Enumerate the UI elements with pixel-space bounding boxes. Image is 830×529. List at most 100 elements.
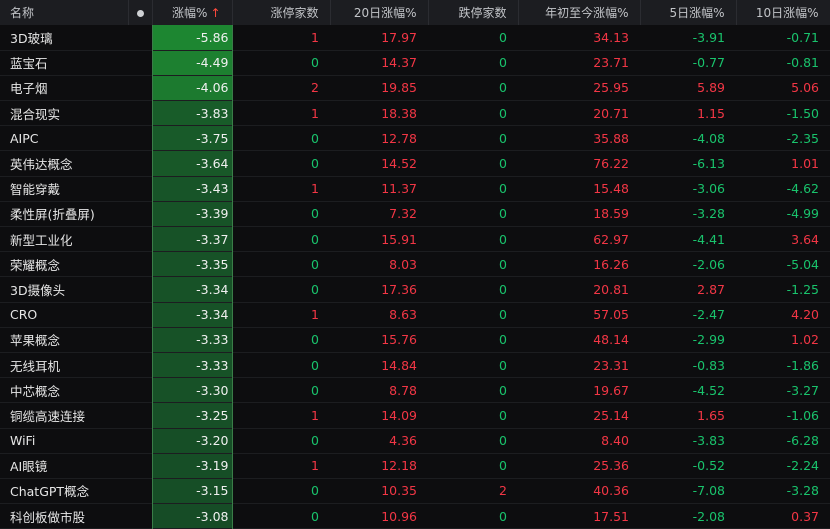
chg20-value: 7.32	[389, 206, 417, 222]
sector-name: AIPC	[10, 130, 39, 146]
table-row[interactable]: 英伟达概念 -3.64 0 14.52 0 76.22 -6.13 1.01	[0, 150, 830, 177]
change-value: -3.33	[151, 352, 233, 378]
limit-up-count: 0	[311, 357, 319, 373]
marker-cell	[128, 176, 152, 201]
sector-name: 新型工业化	[10, 232, 73, 248]
sector-name: 英伟达概念	[10, 157, 73, 173]
chg5-value: -3.83	[692, 433, 725, 449]
table-row[interactable]: AIPC -3.75 0 12.78 0 35.88 -4.08 -2.35	[0, 125, 830, 151]
chg20-value: 14.52	[381, 156, 417, 172]
ytd-value: 34.13	[593, 29, 629, 45]
limit-down-count: 0	[499, 433, 507, 449]
limit-down-count: 0	[499, 231, 507, 247]
chg10-value: -0.71	[786, 29, 819, 45]
chg20-value: 12.18	[381, 458, 417, 474]
chg5-value: -7.08	[692, 483, 725, 499]
chg20-value: 11.37	[381, 181, 417, 197]
chg5-value: -4.41	[692, 231, 725, 247]
column-header-limit-up[interactable]: 涨停家数	[232, 0, 331, 25]
limit-up-count: 0	[311, 508, 319, 524]
ytd-value: 20.81	[593, 281, 629, 297]
ytd-value: 25.95	[593, 80, 629, 96]
limit-up-count: 0	[311, 130, 319, 146]
change-value: -4.49	[151, 50, 233, 76]
column-header-chg5[interactable]: 5日涨幅%	[640, 0, 737, 25]
ytd-value: 8.40	[601, 433, 629, 449]
sector-name: 无线耳机	[10, 358, 61, 374]
ytd-value: 19.67	[593, 382, 629, 398]
limit-down-count: 0	[499, 256, 507, 272]
change-value: -3.35	[151, 251, 233, 277]
table-row[interactable]: 柔性屏(折叠屏) -3.39 0 7.32 0 18.59 -3.28 -4.99	[0, 201, 830, 227]
chg20-value: 4.36	[389, 433, 417, 449]
table-row[interactable]: 3D玻璃 -5.86 1 17.97 0 34.13 -3.91 -0.71	[0, 25, 830, 51]
limit-down-count: 0	[499, 407, 507, 423]
chg5-value: 2.87	[697, 281, 725, 297]
marker-cell	[128, 252, 152, 277]
table-row[interactable]: 无线耳机 -3.33 0 14.84 0 23.31 -0.83 -1.86	[0, 352, 830, 378]
chg10-value: -3.27	[786, 382, 819, 398]
table-row[interactable]: 蓝宝石 -4.49 0 14.37 0 23.71 -0.77 -0.81	[0, 50, 830, 76]
sector-name: 科创板做市股	[10, 509, 86, 525]
sector-name: ChatGPT概念	[10, 484, 90, 500]
marker-cell	[128, 75, 152, 100]
ytd-value: 16.26	[593, 256, 629, 272]
table-row[interactable]: 荣耀概念 -3.35 0 8.03 0 16.26 -2.06 -5.04	[0, 251, 830, 277]
chg20-value: 10.35	[381, 483, 417, 499]
marker-cell	[128, 50, 152, 75]
table-row[interactable]: AI眼镜 -3.19 1 12.18 0 25.36 -0.52 -2.24	[0, 453, 830, 479]
change-value: -3.37	[151, 226, 233, 252]
table-row[interactable]: 中芯概念 -3.30 0 8.78 0 19.67 -4.52 -3.27	[0, 377, 830, 403]
table-body: 3D玻璃 -5.86 1 17.97 0 34.13 -3.91 -0.71 蓝宝石 -4.49 0…	[0, 25, 830, 529]
table-row[interactable]: 苹果概念 -3.33 0 15.76 0 48.14 -2.99 1.02	[0, 327, 830, 353]
chg5-value: -2.08	[692, 508, 725, 524]
chg10-value: -1.06	[786, 407, 819, 423]
sector-name: 铜缆高速连接	[10, 408, 86, 424]
table-row[interactable]: 混合现实 -3.83 1 18.38 0 20.71 1.15 -1.50	[0, 100, 830, 126]
table-row[interactable]: 新型工业化 -3.37 0 15.91 0 62.97 -4.41 3.64	[0, 226, 830, 252]
chg20-value: 14.37	[381, 55, 417, 71]
column-header-chg20[interactable]: 20日涨幅%	[330, 0, 429, 25]
column-header-ytd[interactable]: 年初至今涨幅%	[518, 0, 641, 25]
limit-down-count: 0	[499, 508, 507, 524]
table-row[interactable]: 科创板做市股 -3.08 0 10.96 0 17.51 -2.08 0.37	[0, 503, 830, 529]
marker-cell	[128, 504, 152, 529]
limit-down-count: 0	[499, 307, 507, 323]
sector-name: WiFi	[10, 433, 36, 449]
sector-ranking-table: 名称 涨幅% ↑ 涨停家数 20日涨幅% 跌停家数 年初至今涨幅% 5日涨幅% 1…	[0, 0, 830, 529]
chg10-value: 0.37	[791, 508, 819, 524]
table-row[interactable]: WiFi -3.20 0 4.36 0 8.40 -3.83 -6.28	[0, 428, 830, 454]
change-value: -3.34	[151, 302, 233, 328]
limit-down-count: 2	[499, 483, 507, 499]
chg5-value: -4.08	[692, 130, 725, 146]
column-header-change[interactable]: 涨幅% ↑	[152, 0, 233, 25]
chg5-value: -6.13	[692, 156, 725, 172]
ytd-value: 62.97	[593, 231, 629, 247]
ytd-value: 25.14	[593, 407, 629, 423]
column-header-name[interactable]: 名称	[0, 0, 129, 25]
chg10-value: -2.24	[786, 458, 819, 474]
table-row[interactable]: CRO -3.34 1 8.63 0 57.05 -2.47 4.20	[0, 302, 830, 328]
table-row[interactable]: 智能穿戴 -3.43 1 11.37 0 15.48 -3.06 -4.62	[0, 176, 830, 202]
limit-up-count: 1	[311, 29, 319, 45]
chg10-value: -1.86	[786, 357, 819, 373]
marker-cell	[128, 126, 152, 151]
table-row[interactable]: 铜缆高速连接 -3.25 1 14.09 0 25.14 1.65 -1.06	[0, 402, 830, 428]
column-header-chg10[interactable]: 10日涨幅%	[736, 0, 830, 25]
sort-arrow-up-icon: ↑	[210, 6, 221, 20]
limit-up-count: 0	[311, 231, 319, 247]
table-row[interactable]: ChatGPT概念 -3.15 0 10.35 2 40.36 -7.08 -3.28	[0, 478, 830, 504]
table-row[interactable]: 电子烟 -4.06 2 19.85 0 25.95 5.89 5.06	[0, 75, 830, 101]
chg20-value: 18.38	[381, 105, 417, 121]
marker-cell	[128, 403, 152, 428]
column-header-marker[interactable]	[128, 0, 153, 25]
column-header-limit-down[interactable]: 跌停家数	[428, 0, 519, 25]
limit-up-count: 0	[311, 433, 319, 449]
ytd-value: 25.36	[593, 458, 629, 474]
sector-name: 柔性屏(折叠屏)	[10, 207, 95, 223]
change-value: -5.86	[151, 25, 233, 51]
limit-down-count: 0	[499, 105, 507, 121]
ytd-value: 40.36	[593, 483, 629, 499]
marker-cell	[128, 277, 152, 302]
table-row[interactable]: 3D摄像头 -3.34 0 17.36 0 20.81 2.87 -1.25	[0, 276, 830, 303]
